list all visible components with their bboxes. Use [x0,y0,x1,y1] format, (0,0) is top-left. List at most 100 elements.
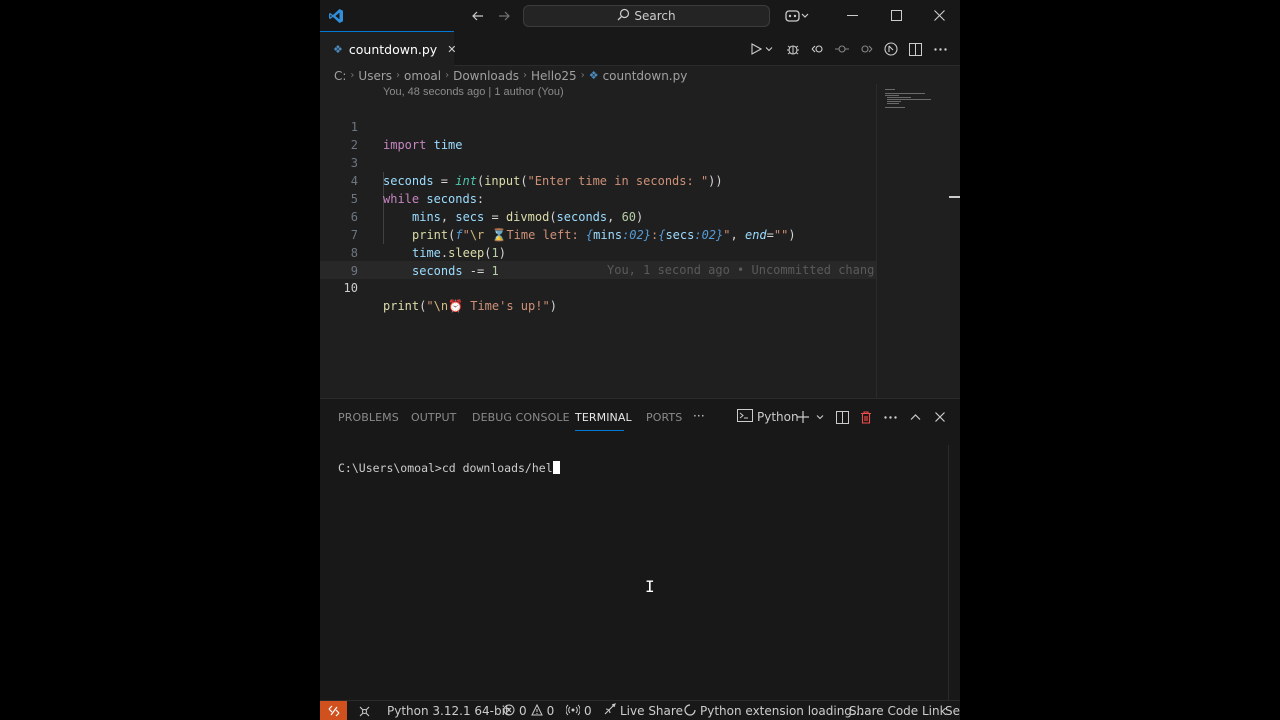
breadcrumb: C: › Users › omoal › Downloads › Hello25… [334,67,687,84]
new-terminal-plus-icon[interactable] [797,408,809,426]
code-line: 2 [320,118,876,152]
error-icon [503,704,515,719]
live-share-status[interactable]: Live Share [603,701,683,720]
tab-problems[interactable]: PROBLEMS [338,411,399,424]
code-line: 1 import time [320,100,876,152]
code-line: 6 print(f"\r ⌛Time left: {mins:02}:{secs… [320,190,876,242]
go-back-change-icon[interactable] [808,39,828,59]
tab-close-icon[interactable]: ✕ [447,43,456,56]
tab-countdown-py[interactable]: ❖ countdown.py ✕ [320,31,456,66]
code-token: ⏰ Time's up!" [448,299,550,313]
error-count: 0 [519,704,527,718]
python-interpreter-icon[interactable] [358,701,371,720]
tab-terminal[interactable]: TERMINAL [575,411,632,424]
debug-icon[interactable] [783,39,803,59]
terminal-profile-label: Python [757,410,799,424]
more-tabs-icon[interactable]: ··· [693,409,705,423]
code-line: 3 seconds = int(input("Enter time in sec… [320,136,876,188]
remote-indicator-icon[interactable] [320,701,347,720]
command-center-search[interactable]: Search [523,5,770,27]
split-editor-icon[interactable] [905,39,925,59]
tab-ports[interactable]: PORTS [646,411,682,424]
live-share-icon [603,703,616,719]
tab-debug-console[interactable]: DEBUG CONSOLE [472,411,570,424]
terminal-profile[interactable]: Python [737,408,799,426]
minimap-line [887,101,901,102]
forward-icon[interactable] [494,0,514,31]
open-changes-icon[interactable] [881,39,901,59]
problems-status[interactable]: 0 0 [503,701,554,720]
python-file-icon: ❖ [588,69,599,82]
python-version-status[interactable]: Python 3.12.1 64-bit [387,701,510,720]
minimap-line [885,93,925,94]
run-dropdown-chevron-icon[interactable] [762,39,776,59]
code-editor[interactable]: You, 48 seconds ago | 1 author (You) 1 i… [320,84,876,398]
terminal-cursor [552,461,560,474]
loading-spinner-icon [684,703,696,719]
truncated-status-label: Sea [945,704,960,718]
back-icon[interactable] [468,0,488,31]
minimap-line [885,107,905,108]
minimap[interactable] [876,84,960,398]
inline-git-blame: You, 1 second ago • Uncommitted chang [607,263,875,277]
warning-count: 0 [546,704,555,718]
ports-status[interactable]: 0 [565,701,592,720]
chevron-right-icon: › [580,70,585,81]
minimap-line [887,99,931,100]
chevron-right-icon: › [396,70,401,81]
terminal-output[interactable]: C:\Users\omoal>cd downloads/hel [338,461,560,475]
code-line: 5 mins, secs = divmod(seconds, 60) [320,172,876,224]
git-commit-icon[interactable] [832,39,852,59]
python-version-label: Python 3.12.1 64-bit [387,704,510,718]
terminal-dropdown-chevron-icon[interactable] [816,408,824,426]
split-terminal-icon[interactable] [836,408,849,426]
truncated-status-item[interactable]: Sea [945,701,960,720]
line-number: 10 [343,281,358,295]
active-tab-indicator [575,430,624,431]
minimize-icon[interactable] [842,0,862,31]
terminal-line: C:\Users\omoal>cd downloads/hel [338,461,553,475]
code-line: 7 time.sleep(1) [320,208,876,260]
panel-more-actions-icon[interactable] [884,408,897,426]
broadcast-icon [565,704,581,719]
terminal-icon [737,409,753,425]
minimap-line [885,89,895,90]
minimap-line [885,95,899,96]
panel-tab-bar: PROBLEMS OUTPUT DEBUG CONSOLE TERMINAL P… [320,399,960,435]
blame-codelens[interactable]: You, 48 seconds ago | 1 author (You) [383,86,564,98]
more-actions-icon[interactable] [930,39,950,59]
maximize-icon[interactable] [886,0,906,31]
vscode-window: Search ❖ countdown.py ✕ C: › Users › omo… [320,0,960,720]
minimap-line [887,103,899,104]
code-token: ) [549,299,557,313]
close-icon[interactable] [929,0,949,31]
scrollbar-position-marker [949,196,960,198]
breadcrumb-item[interactable]: countdown.py [603,69,688,83]
minimap-line [887,97,911,98]
code-token: \n [433,299,449,313]
breadcrumb-item[interactable]: Users [358,69,392,83]
close-panel-icon[interactable] [935,408,945,426]
breadcrumb-item[interactable]: Downloads [453,69,519,83]
go-forward-change-icon[interactable] [856,39,876,59]
terminal-scrollbar[interactable] [948,445,949,701]
code-token: " [426,299,434,313]
code-line: 8 seconds -= 1 [320,226,876,278]
tab-label: countdown.py [348,41,438,57]
ports-count: 0 [584,704,592,718]
breadcrumb-item[interactable]: C: [334,69,346,83]
kill-terminal-trash-icon[interactable] [860,408,872,426]
share-code-link-status[interactable]: Share Code Link [849,701,947,720]
breadcrumb-item[interactable]: Hello25 [531,69,577,83]
status-bar: Python 3.12.1 64-bit 0 0 0 Live Share Py… [320,700,960,720]
breadcrumb-item[interactable]: omoal [404,69,441,83]
bottom-panel: PROBLEMS OUTPUT DEBUG CONSOLE TERMINAL P… [320,398,960,701]
editor-tab-bar: ❖ countdown.py ✕ [320,31,960,66]
live-share-label: Live Share [620,704,683,718]
share-code-link-label: Share Code Link [849,704,947,718]
tab-output[interactable]: OUTPUT [411,411,456,424]
maximize-panel-chevron-up-icon[interactable] [910,408,921,426]
search-icon [617,8,630,24]
copilot-icon[interactable] [782,0,812,31]
chevron-right-icon: › [350,70,355,81]
